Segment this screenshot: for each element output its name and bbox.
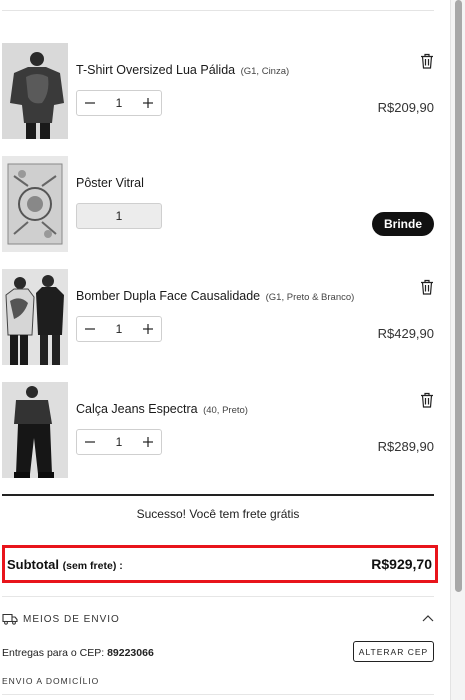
product-variant: (G1, Cinza) [240,66,290,77]
jeans-photo [2,382,68,478]
truck-icon [2,613,18,625]
decrease-quantity-button[interactable] [77,430,103,454]
product-name: T-Shirt Oversized Lua Pálida [76,63,236,77]
bottom-divider [2,694,434,695]
subtotal-label: Subtotal (sem frete) : [7,557,123,572]
plus-icon [143,324,153,334]
change-cep-button[interactable]: ALTERAR CEP [353,641,434,662]
subtotal-note: (sem frete) : [62,560,123,572]
top-divider [2,10,434,11]
product-variant: (G1, Preto & Branco) [265,292,355,303]
trash-icon [421,279,433,295]
decrease-quantity-button[interactable] [77,91,103,115]
remove-item-button[interactable] [420,279,434,295]
quantity-value[interactable]: 1 [103,322,135,336]
cart-item: Calça Jeans Espectra (40, Preto) 1 R$289… [2,382,434,480]
plus-icon [143,437,153,447]
shipping-progress-divider [2,494,434,496]
shipping-methods-header[interactable]: MEIOS DE ENVIO [2,612,434,628]
tshirt-photo [2,43,68,139]
bomber-photo [2,269,68,365]
plus-icon [143,98,153,108]
remove-item-button[interactable] [420,392,434,408]
free-shipping-message: Sucesso! Você tem frete grátis [136,507,300,521]
cart-item: Bomber Dupla Face Causalidade (G1, Preto… [2,269,434,367]
cep-label: Entregas para o CEP: [2,647,105,659]
subtotal-label-text: Subtotal [7,557,59,572]
quantity-value[interactable]: 1 [103,96,135,110]
trash-icon [421,392,433,408]
product-name: Calça Jeans Espectra [76,402,198,416]
product-price: R$429,90 [377,326,434,341]
chevron-up-icon[interactable] [422,614,434,622]
product-name: Bomber Dupla Face Causalidade [76,289,261,303]
gift-badge: Brinde [372,212,434,236]
product-price: R$289,90 [377,439,434,454]
quantity-value: 1 [115,209,123,223]
product-variant: (40, Preto) [203,405,248,416]
scrollbar-thumb[interactable] [455,0,462,592]
trash-icon [421,53,433,69]
decrease-quantity-button[interactable] [77,317,103,341]
cep-value: 89223066 [107,647,154,659]
poster-photo [2,156,68,252]
quantity-value[interactable]: 1 [103,435,135,449]
subtotal-value: R$929,70 [371,556,432,572]
product-image[interactable] [2,269,68,365]
home-delivery-label: ENVIO A DOMICÍLIO [2,676,100,686]
delivery-cep: Entregas para o CEP: 89223066 [2,647,154,659]
remove-item-button[interactable] [420,53,434,69]
increase-quantity-button[interactable] [135,317,161,341]
product-image[interactable] [2,156,68,252]
product-image[interactable] [2,43,68,139]
increase-quantity-button[interactable] [135,91,161,115]
product-title[interactable]: T-Shirt Oversized Lua Pálida (G1, Cinza) [76,63,289,77]
quantity-stepper: 1 [76,90,162,116]
product-price: R$209,90 [377,100,434,115]
quantity-display: 1 [76,203,162,229]
product-title[interactable]: Calça Jeans Espectra (40, Preto) [76,402,248,416]
minus-icon [85,102,95,104]
cart-item: T-Shirt Oversized Lua Pálida (G1, Cinza)… [2,43,434,141]
quantity-stepper: 1 [76,429,162,455]
cart-item: Pôster Vitral 1 Brinde [2,156,434,254]
section-divider [2,596,434,597]
subtotal-row: Subtotal (sem frete) : R$929,70 [2,545,438,583]
quantity-stepper: 1 [76,316,162,342]
product-title[interactable]: Pôster Vitral [76,176,144,190]
minus-icon [85,328,95,330]
product-title[interactable]: Bomber Dupla Face Causalidade (G1, Preto… [76,289,354,303]
product-name: Pôster Vitral [76,176,144,190]
minus-icon [85,441,95,443]
scrollbar[interactable] [450,0,465,700]
shipping-methods-title: MEIOS DE ENVIO [23,614,120,625]
increase-quantity-button[interactable] [135,430,161,454]
product-image[interactable] [2,382,68,478]
cart-panel: T-Shirt Oversized Lua Pálida (G1, Cinza)… [0,0,450,700]
